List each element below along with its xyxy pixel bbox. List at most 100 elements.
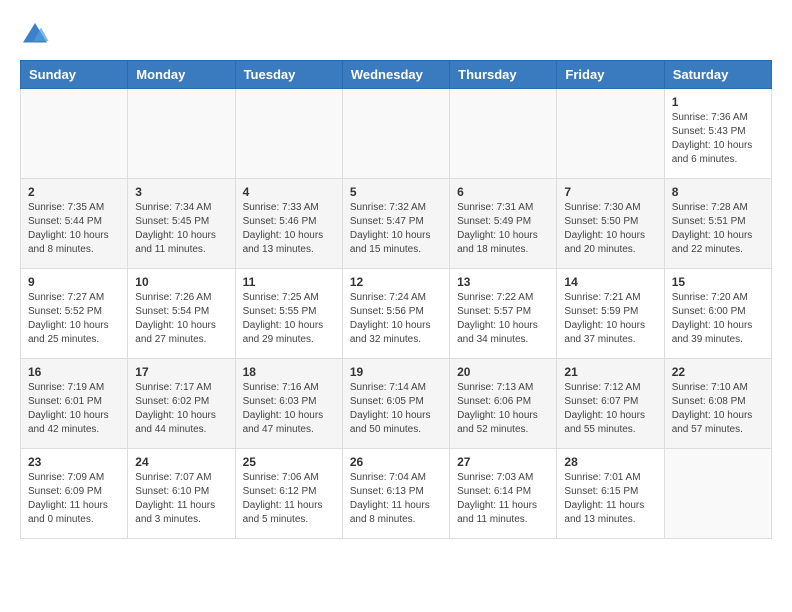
day-number: 13 xyxy=(457,275,549,289)
calendar-week-2: 2 Sunrise: 7:35 AM Sunset: 5:44 PM Daylig… xyxy=(21,179,772,269)
calendar-cell: 6 Sunrise: 7:31 AM Sunset: 5:49 PM Daylig… xyxy=(450,179,557,269)
calendar-cell xyxy=(235,89,342,179)
day-info: Sunrise: 7:28 AM Sunset: 5:51 PM Dayligh… xyxy=(672,201,764,257)
logo xyxy=(20,20,54,50)
day-number: 2 xyxy=(28,185,120,199)
calendar-cell: 22 Sunrise: 7:10 AM Sunset: 6:08 PM Dayli… xyxy=(664,359,771,449)
calendar-cell: 25Sunrise: 7:06 AM Sunset: 6:12 PM Dayli… xyxy=(235,449,342,539)
day-info: Sunrise: 7:17 AM Sunset: 6:02 PM Dayligh… xyxy=(135,381,227,437)
day-number: 21 xyxy=(564,365,656,379)
calendar-cell xyxy=(557,89,664,179)
day-info: Sunrise: 7:12 AM Sunset: 6:07 PM Dayligh… xyxy=(564,381,656,437)
weekday-header-saturday: Saturday xyxy=(664,61,771,89)
day-number: 18 xyxy=(243,365,335,379)
day-info: Sunrise: 7:34 AM Sunset: 5:45 PM Dayligh… xyxy=(135,201,227,257)
day-number: 9 xyxy=(28,275,120,289)
day-info: Sunrise: 7:22 AM Sunset: 5:57 PM Dayligh… xyxy=(457,291,549,347)
calendar-cell: 3Sunrise: 7:34 AM Sunset: 5:45 PM Daylig… xyxy=(128,179,235,269)
day-number: 25 xyxy=(243,455,335,469)
calendar-table: SundayMondayTuesdayWednesdayThursdayFrid… xyxy=(20,60,772,539)
calendar-cell: 2 Sunrise: 7:35 AM Sunset: 5:44 PM Daylig… xyxy=(21,179,128,269)
day-number: 16 xyxy=(28,365,120,379)
day-number: 24 xyxy=(135,455,227,469)
day-number: 22 xyxy=(672,365,764,379)
day-info: Sunrise: 7:35 AM Sunset: 5:44 PM Dayligh… xyxy=(28,201,120,257)
day-info: Sunrise: 7:31 AM Sunset: 5:49 PM Dayligh… xyxy=(457,201,549,257)
calendar-cell: 10 Sunrise: 7:26 AM Sunset: 5:54 PM Dayli… xyxy=(128,269,235,359)
day-info: Sunrise: 7:36 AM Sunset: 5:43 PM Dayligh… xyxy=(672,111,764,167)
day-info: Sunrise: 7:27 AM Sunset: 5:52 PM Dayligh… xyxy=(28,291,120,347)
day-info: Sunrise: 7:09 AM Sunset: 6:09 PM Dayligh… xyxy=(28,471,120,527)
calendar-cell xyxy=(128,89,235,179)
day-info: Sunrise: 7:26 AM Sunset: 5:54 PM Dayligh… xyxy=(135,291,227,347)
calendar-cell: 14 Sunrise: 7:21 AM Sunset: 5:59 PM Dayli… xyxy=(557,269,664,359)
day-number: 1 xyxy=(672,95,764,109)
weekday-header-friday: Friday xyxy=(557,61,664,89)
calendar-cell: 23 Sunrise: 7:09 AM Sunset: 6:09 PM Dayli… xyxy=(21,449,128,539)
calendar-cell: 26 Sunrise: 7:04 AM Sunset: 6:13 PM Dayli… xyxy=(342,449,449,539)
day-info: Sunrise: 7:16 AM Sunset: 6:03 PM Dayligh… xyxy=(243,381,335,437)
calendar-cell: 16 Sunrise: 7:19 AM Sunset: 6:01 PM Dayli… xyxy=(21,359,128,449)
calendar-cell: 13 Sunrise: 7:22 AM Sunset: 5:57 PM Dayli… xyxy=(450,269,557,359)
day-info: Sunrise: 7:07 AM Sunset: 6:10 PM Dayligh… xyxy=(135,471,227,527)
weekday-header-row: SundayMondayTuesdayWednesdayThursdayFrid… xyxy=(21,61,772,89)
weekday-header-tuesday: Tuesday xyxy=(235,61,342,89)
calendar-week-3: 9 Sunrise: 7:27 AM Sunset: 5:52 PM Daylig… xyxy=(21,269,772,359)
day-number: 19 xyxy=(350,365,442,379)
day-number: 4 xyxy=(243,185,335,199)
day-number: 27 xyxy=(457,455,549,469)
calendar-cell xyxy=(342,89,449,179)
day-number: 26 xyxy=(350,455,442,469)
day-number: 15 xyxy=(672,275,764,289)
day-info: Sunrise: 7:13 AM Sunset: 6:06 PM Dayligh… xyxy=(457,381,549,437)
calendar-cell: 5 Sunrise: 7:32 AM Sunset: 5:47 PM Daylig… xyxy=(342,179,449,269)
day-info: Sunrise: 7:03 AM Sunset: 6:14 PM Dayligh… xyxy=(457,471,549,527)
calendar-cell xyxy=(450,89,557,179)
day-number: 5 xyxy=(350,185,442,199)
day-number: 6 xyxy=(457,185,549,199)
calendar-cell: 19 Sunrise: 7:14 AM Sunset: 6:05 PM Dayli… xyxy=(342,359,449,449)
calendar-cell: 1 Sunrise: 7:36 AM Sunset: 5:43 PM Daylig… xyxy=(664,89,771,179)
calendar-cell xyxy=(21,89,128,179)
day-info: Sunrise: 7:19 AM Sunset: 6:01 PM Dayligh… xyxy=(28,381,120,437)
day-info: Sunrise: 7:01 AM Sunset: 6:15 PM Dayligh… xyxy=(564,471,656,527)
day-number: 28 xyxy=(564,455,656,469)
day-number: 23 xyxy=(28,455,120,469)
calendar-cell: 8 Sunrise: 7:28 AM Sunset: 5:51 PM Daylig… xyxy=(664,179,771,269)
day-number: 7 xyxy=(564,185,656,199)
day-info: Sunrise: 7:04 AM Sunset: 6:13 PM Dayligh… xyxy=(350,471,442,527)
calendar-cell: 24 Sunrise: 7:07 AM Sunset: 6:10 PM Dayli… xyxy=(128,449,235,539)
day-info: Sunrise: 7:30 AM Sunset: 5:50 PM Dayligh… xyxy=(564,201,656,257)
calendar-cell: 21 Sunrise: 7:12 AM Sunset: 6:07 PM Dayli… xyxy=(557,359,664,449)
day-number: 10 xyxy=(135,275,227,289)
calendar-cell: 28 Sunrise: 7:01 AM Sunset: 6:15 PM Dayli… xyxy=(557,449,664,539)
page-header xyxy=(20,20,772,50)
calendar-cell: 27 Sunrise: 7:03 AM Sunset: 6:14 PM Dayli… xyxy=(450,449,557,539)
weekday-header-monday: Monday xyxy=(128,61,235,89)
day-info: Sunrise: 7:20 AM Sunset: 6:00 PM Dayligh… xyxy=(672,291,764,347)
day-info: Sunrise: 7:14 AM Sunset: 6:05 PM Dayligh… xyxy=(350,381,442,437)
day-info: Sunrise: 7:33 AM Sunset: 5:46 PM Dayligh… xyxy=(243,201,335,257)
calendar-cell: 7 Sunrise: 7:30 AM Sunset: 5:50 PM Daylig… xyxy=(557,179,664,269)
weekday-header-wednesday: Wednesday xyxy=(342,61,449,89)
day-info: Sunrise: 7:32 AM Sunset: 5:47 PM Dayligh… xyxy=(350,201,442,257)
weekday-header-sunday: Sunday xyxy=(21,61,128,89)
day-info: Sunrise: 7:10 AM Sunset: 6:08 PM Dayligh… xyxy=(672,381,764,437)
calendar-cell: 15 Sunrise: 7:20 AM Sunset: 6:00 PM Dayli… xyxy=(664,269,771,359)
calendar-week-4: 16 Sunrise: 7:19 AM Sunset: 6:01 PM Dayli… xyxy=(21,359,772,449)
calendar-cell: 20 Sunrise: 7:13 AM Sunset: 6:06 PM Dayli… xyxy=(450,359,557,449)
day-info: Sunrise: 7:24 AM Sunset: 5:56 PM Dayligh… xyxy=(350,291,442,347)
calendar-week-5: 23 Sunrise: 7:09 AM Sunset: 6:09 PM Dayli… xyxy=(21,449,772,539)
day-number: 20 xyxy=(457,365,549,379)
calendar-cell: 9 Sunrise: 7:27 AM Sunset: 5:52 PM Daylig… xyxy=(21,269,128,359)
day-number: 11 xyxy=(243,275,335,289)
calendar-cell xyxy=(664,449,771,539)
weekday-header-thursday: Thursday xyxy=(450,61,557,89)
day-number: 8 xyxy=(672,185,764,199)
calendar-cell: 17 Sunrise: 7:17 AM Sunset: 6:02 PM Dayli… xyxy=(128,359,235,449)
calendar-cell: 11Sunrise: 7:25 AM Sunset: 5:55 PM Dayli… xyxy=(235,269,342,359)
day-number: 14 xyxy=(564,275,656,289)
day-info: Sunrise: 7:21 AM Sunset: 5:59 PM Dayligh… xyxy=(564,291,656,347)
logo-icon xyxy=(20,20,50,50)
day-number: 17 xyxy=(135,365,227,379)
